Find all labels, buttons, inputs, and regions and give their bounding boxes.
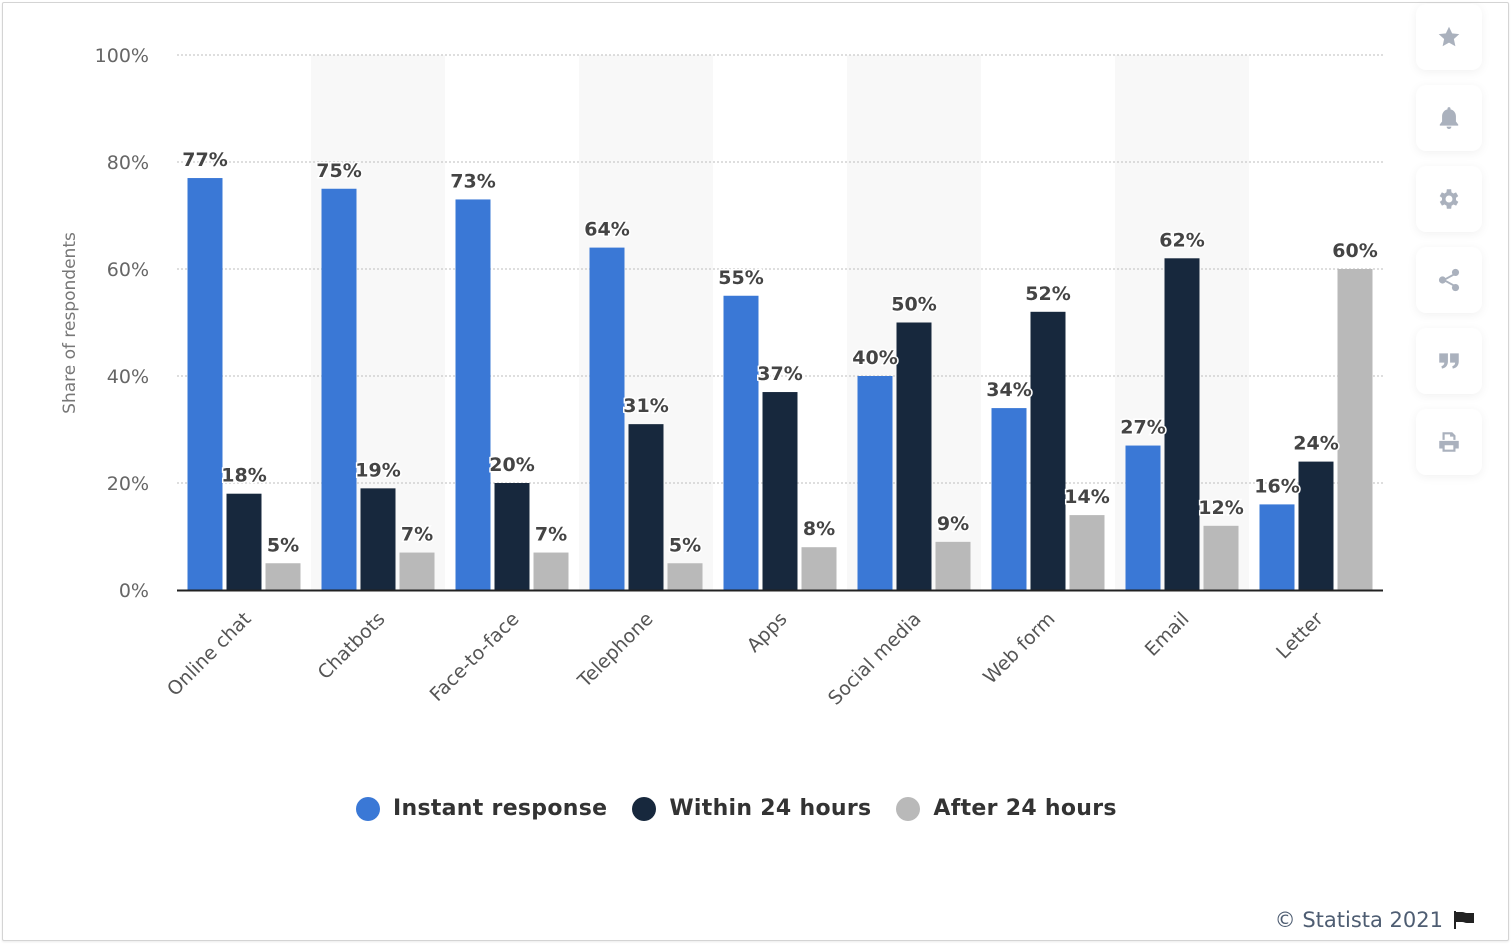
sidebar-toolbar bbox=[1416, 4, 1486, 490]
bar[interactable] bbox=[723, 295, 759, 590]
legend-dot-icon bbox=[896, 796, 921, 821]
data-label: 20% bbox=[489, 454, 534, 476]
x-tick-label: Apps bbox=[743, 608, 792, 657]
y-tick-label: 60% bbox=[107, 259, 149, 281]
data-label: 14% bbox=[1064, 486, 1109, 508]
legend-dot-icon bbox=[632, 796, 657, 821]
x-tick-label: Online chat bbox=[163, 608, 256, 701]
bar[interactable] bbox=[935, 541, 971, 590]
x-tick-label: Telephone bbox=[573, 608, 657, 692]
data-label: 73% bbox=[450, 170, 495, 192]
bar[interactable] bbox=[991, 408, 1027, 590]
bar[interactable] bbox=[399, 552, 435, 590]
data-label: 37% bbox=[757, 363, 802, 385]
y-tick-label: 100% bbox=[95, 45, 149, 67]
bar[interactable] bbox=[762, 392, 798, 590]
legend-dot-icon bbox=[356, 796, 380, 821]
data-label: 50% bbox=[891, 294, 936, 316]
bar[interactable] bbox=[533, 552, 569, 590]
bar[interactable] bbox=[265, 563, 301, 590]
x-tick-label: Letter bbox=[1272, 608, 1328, 664]
footer: © Statista 2021 bbox=[1275, 908, 1475, 932]
share-button[interactable] bbox=[1416, 247, 1482, 313]
favorite-button[interactable] bbox=[1416, 4, 1482, 70]
x-tick-label: Chatbots bbox=[314, 608, 390, 684]
data-label: 5% bbox=[669, 534, 701, 556]
bar[interactable] bbox=[1259, 504, 1295, 590]
data-label: 12% bbox=[1198, 497, 1243, 519]
x-tick-label: Social media bbox=[824, 608, 926, 710]
y-axis-label: Share of respondents bbox=[60, 232, 80, 414]
data-label: 8% bbox=[803, 518, 835, 540]
y-tick-label: 20% bbox=[107, 473, 149, 495]
print-icon bbox=[1439, 432, 1459, 452]
settings-button[interactable] bbox=[1416, 166, 1482, 232]
bar[interactable] bbox=[628, 424, 664, 590]
bar[interactable] bbox=[667, 563, 703, 590]
bar[interactable] bbox=[1125, 445, 1161, 590]
data-label: 19% bbox=[355, 459, 400, 481]
data-label: 18% bbox=[221, 465, 266, 487]
legend-item-within-24-hours[interactable]: Within 24 hours bbox=[632, 796, 871, 821]
y-tick-label: 40% bbox=[107, 366, 149, 388]
x-tick-label: Email bbox=[1141, 608, 1194, 661]
data-label: 9% bbox=[937, 513, 969, 535]
bar[interactable] bbox=[321, 188, 357, 590]
data-label: 27% bbox=[1120, 417, 1165, 439]
share-icon bbox=[1438, 268, 1460, 292]
legend-label: Within 24 hours bbox=[669, 796, 872, 821]
data-label: 77% bbox=[182, 149, 227, 171]
bar[interactable] bbox=[226, 493, 262, 590]
bar[interactable] bbox=[1164, 258, 1200, 590]
legend-item-after-24-hours[interactable]: After 24 hours bbox=[896, 796, 1116, 821]
bar[interactable] bbox=[1030, 311, 1066, 590]
quote-icon bbox=[1439, 353, 1459, 369]
data-label: 60% bbox=[1332, 240, 1377, 262]
bar[interactable] bbox=[187, 178, 223, 591]
bar[interactable] bbox=[801, 547, 837, 590]
flag-icon[interactable] bbox=[1453, 910, 1475, 930]
x-tick-label: Face-to-face bbox=[426, 608, 524, 706]
data-label: 64% bbox=[584, 219, 629, 241]
gear-icon bbox=[1439, 189, 1459, 209]
data-label: 7% bbox=[535, 524, 567, 546]
data-label: 75% bbox=[316, 160, 361, 182]
bar[interactable] bbox=[1298, 461, 1334, 590]
data-label: 16% bbox=[1254, 475, 1299, 497]
data-label: 5% bbox=[267, 534, 299, 556]
bell-icon bbox=[1439, 107, 1459, 130]
bar[interactable] bbox=[1337, 269, 1373, 590]
legend-label: After 24 hours bbox=[933, 796, 1117, 821]
data-label: 34% bbox=[986, 379, 1031, 401]
bar[interactable] bbox=[494, 483, 530, 590]
bar[interactable] bbox=[360, 488, 396, 590]
bar[interactable] bbox=[857, 376, 893, 590]
bar[interactable] bbox=[896, 322, 932, 591]
cite-button[interactable] bbox=[1416, 328, 1482, 394]
data-label: 55% bbox=[718, 267, 763, 289]
chart-legend: Instant response Within 24 hours After 2… bbox=[356, 796, 1142, 821]
bar[interactable] bbox=[1069, 515, 1105, 590]
legend-item-instant-response[interactable]: Instant response bbox=[356, 796, 607, 821]
x-tick-label: Web form bbox=[979, 608, 1059, 688]
data-label: 62% bbox=[1159, 229, 1204, 251]
notifications-button[interactable] bbox=[1416, 85, 1482, 151]
bar[interactable] bbox=[589, 247, 625, 590]
bar[interactable] bbox=[1203, 525, 1239, 590]
data-label: 7% bbox=[401, 524, 433, 546]
data-label: 40% bbox=[852, 347, 897, 369]
y-tick-label: 0% bbox=[119, 580, 149, 602]
copyright-text[interactable]: © Statista 2021 bbox=[1275, 908, 1443, 932]
bar[interactable] bbox=[455, 199, 491, 590]
data-label: 52% bbox=[1025, 283, 1070, 305]
data-label: 24% bbox=[1293, 433, 1338, 455]
legend-label: Instant response bbox=[393, 796, 608, 821]
data-label: 31% bbox=[623, 395, 668, 417]
y-tick-label: 80% bbox=[107, 152, 149, 174]
print-button[interactable] bbox=[1416, 409, 1482, 475]
star-icon bbox=[1438, 26, 1460, 47]
